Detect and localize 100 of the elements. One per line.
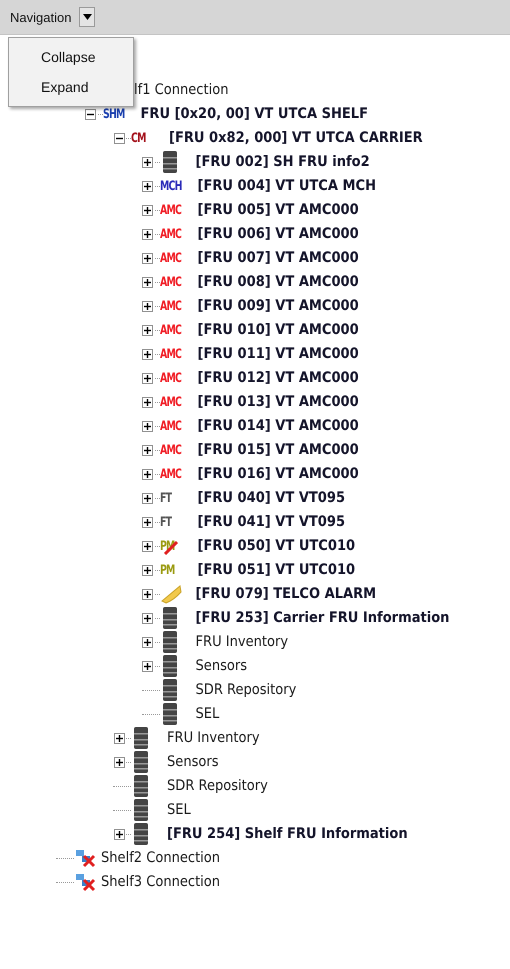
expand-toggle[interactable] <box>142 420 153 432</box>
tree-item[interactable]: [FRU 006] VT AMC000 <box>198 226 359 242</box>
tree-item[interactable]: [FRU 040] VT VT095 <box>198 490 346 506</box>
database-icon <box>162 679 176 701</box>
tree-item[interactable]: [FRU 0x82, 000] VT UTCA CARRIER <box>169 130 423 146</box>
expand-toggle[interactable] <box>114 732 124 744</box>
expand-toggle[interactable] <box>142 612 153 624</box>
plus-icon <box>144 398 151 406</box>
plus-icon <box>144 566 151 574</box>
tree-item[interactable]: FRU Inventory <box>196 634 288 650</box>
expand-toggle[interactable] <box>114 756 124 768</box>
dropdown-button[interactable] <box>79 7 96 27</box>
device-type-label: SHM <box>102 106 124 122</box>
tree-item[interactable]: [FRU 253] Carrier FRU Information <box>196 610 450 626</box>
tree-item[interactable]: [FRU 004] VT UTCA MCH <box>198 178 376 194</box>
device-type-label: PM <box>160 562 174 578</box>
plus-icon <box>144 350 151 358</box>
navigation-button[interactable]: Navigation <box>6 8 76 26</box>
expand-toggle[interactable] <box>142 204 153 216</box>
device-type-label: FT <box>160 490 171 506</box>
tree-item[interactable]: SDR Repository <box>167 778 268 794</box>
tree-item[interactable]: Shelf3 Connection <box>101 874 220 890</box>
plus-icon <box>144 446 151 454</box>
device-type-label: AMC <box>160 202 181 218</box>
expand-toggle[interactable] <box>142 540 153 552</box>
plus-icon <box>144 374 151 382</box>
menu-item[interactable]: Collapse <box>9 42 133 72</box>
database-icon <box>162 631 176 653</box>
tree-item[interactable]: FRU Inventory <box>167 730 260 746</box>
expand-toggle[interactable] <box>142 180 153 192</box>
expand-toggle[interactable] <box>114 828 124 840</box>
collapse-toggle[interactable] <box>114 132 124 144</box>
tree-item[interactable]: [FRU 010] VT AMC000 <box>198 322 359 338</box>
tree-item[interactable]: [FRU 254] Shelf FRU Information <box>167 826 408 842</box>
plus-icon <box>144 590 151 598</box>
tree-item[interactable]: [FRU 016] VT AMC000 <box>198 466 359 482</box>
tree-item[interactable]: SEL <box>196 706 220 722</box>
tree-item[interactable]: SEL <box>167 802 191 818</box>
plus-icon <box>144 494 151 502</box>
plus-icon <box>144 302 151 310</box>
expand-toggle[interactable] <box>142 660 153 672</box>
expand-toggle[interactable] <box>142 276 153 288</box>
expand-toggle[interactable] <box>142 348 153 360</box>
tree-item[interactable]: [FRU 005] VT AMC000 <box>198 202 359 218</box>
database-icon <box>162 703 176 725</box>
tree-item[interactable]: [FRU 015] VT AMC000 <box>198 442 359 458</box>
tree-item[interactable]: [FRU 013] VT AMC000 <box>198 394 359 410</box>
plus-icon <box>144 662 151 670</box>
tree-item[interactable]: Shelf2 Connection <box>101 850 220 866</box>
tree-item[interactable]: [FRU 008] VT AMC000 <box>198 274 359 290</box>
expand-toggle[interactable] <box>142 468 153 480</box>
tree-item[interactable]: [FRU 041] VT VT095 <box>198 514 346 530</box>
plus-icon <box>144 182 151 190</box>
tree-item[interactable]: SDR Repository <box>196 682 296 698</box>
plus-icon <box>144 326 151 334</box>
expand-toggle[interactable] <box>142 588 153 600</box>
tree-item[interactable]: [FRU 007] VT AMC000 <box>198 250 359 266</box>
expand-toggle[interactable] <box>142 564 153 576</box>
device-type-label: AMC <box>160 250 181 266</box>
tree-item[interactable]: [FRU 050] VT UTC010 <box>198 538 356 554</box>
caret-icon <box>82 14 92 20</box>
plus-icon <box>116 734 122 742</box>
device-type-label: AMC <box>160 442 181 458</box>
expand-toggle[interactable] <box>142 492 153 504</box>
database-icon <box>134 799 148 821</box>
tree-item[interactable]: [FRU 079] TELCO ALARM <box>196 586 376 602</box>
expand-toggle[interactable] <box>142 252 153 264</box>
plus-icon <box>144 254 151 262</box>
plus-icon <box>144 638 151 646</box>
expand-toggle[interactable] <box>142 156 153 168</box>
expand-toggle[interactable] <box>142 228 153 240</box>
expand-toggle[interactable] <box>142 444 153 456</box>
plus-icon <box>116 830 122 838</box>
database-icon <box>134 727 148 749</box>
device-type-label: AMC <box>160 298 181 314</box>
expand-toggle[interactable] <box>142 372 153 384</box>
tree-item[interactable]: [FRU 051] VT UTC010 <box>198 562 356 578</box>
collapse-toggle[interactable] <box>85 108 96 120</box>
tree-item[interactable]: [FRU 002] SH FRU info2 <box>196 154 370 170</box>
database-icon <box>134 775 148 797</box>
tree-item[interactable]: Sensors <box>196 658 248 674</box>
tree-item[interactable]: [FRU 012] VT AMC000 <box>198 370 359 386</box>
device-type-label: MCH <box>160 178 182 194</box>
expand-toggle[interactable] <box>142 300 153 312</box>
database-icon <box>162 655 176 677</box>
tree-item[interactable]: [FRU 014] VT AMC000 <box>198 418 359 434</box>
plus-icon <box>116 758 122 766</box>
device-type-label: AMC <box>160 418 181 434</box>
tree-item[interactable]: FRU [0x20, 00] VT UTCA SHELF <box>140 106 368 122</box>
tree-item[interactable]: [FRU 011] VT AMC000 <box>198 346 359 362</box>
tree-item[interactable]: lf1 Connection <box>134 82 228 98</box>
device-type-label: AMC <box>160 370 181 386</box>
menu-item[interactable]: Expand <box>9 72 133 102</box>
plus-icon <box>144 470 151 478</box>
expand-toggle[interactable] <box>142 636 153 648</box>
expand-toggle[interactable] <box>142 324 153 336</box>
tree-item[interactable]: [FRU 009] VT AMC000 <box>198 298 359 314</box>
tree-item[interactable]: Sensors <box>167 754 219 770</box>
expand-toggle[interactable] <box>142 516 153 528</box>
expand-toggle[interactable] <box>142 396 153 408</box>
